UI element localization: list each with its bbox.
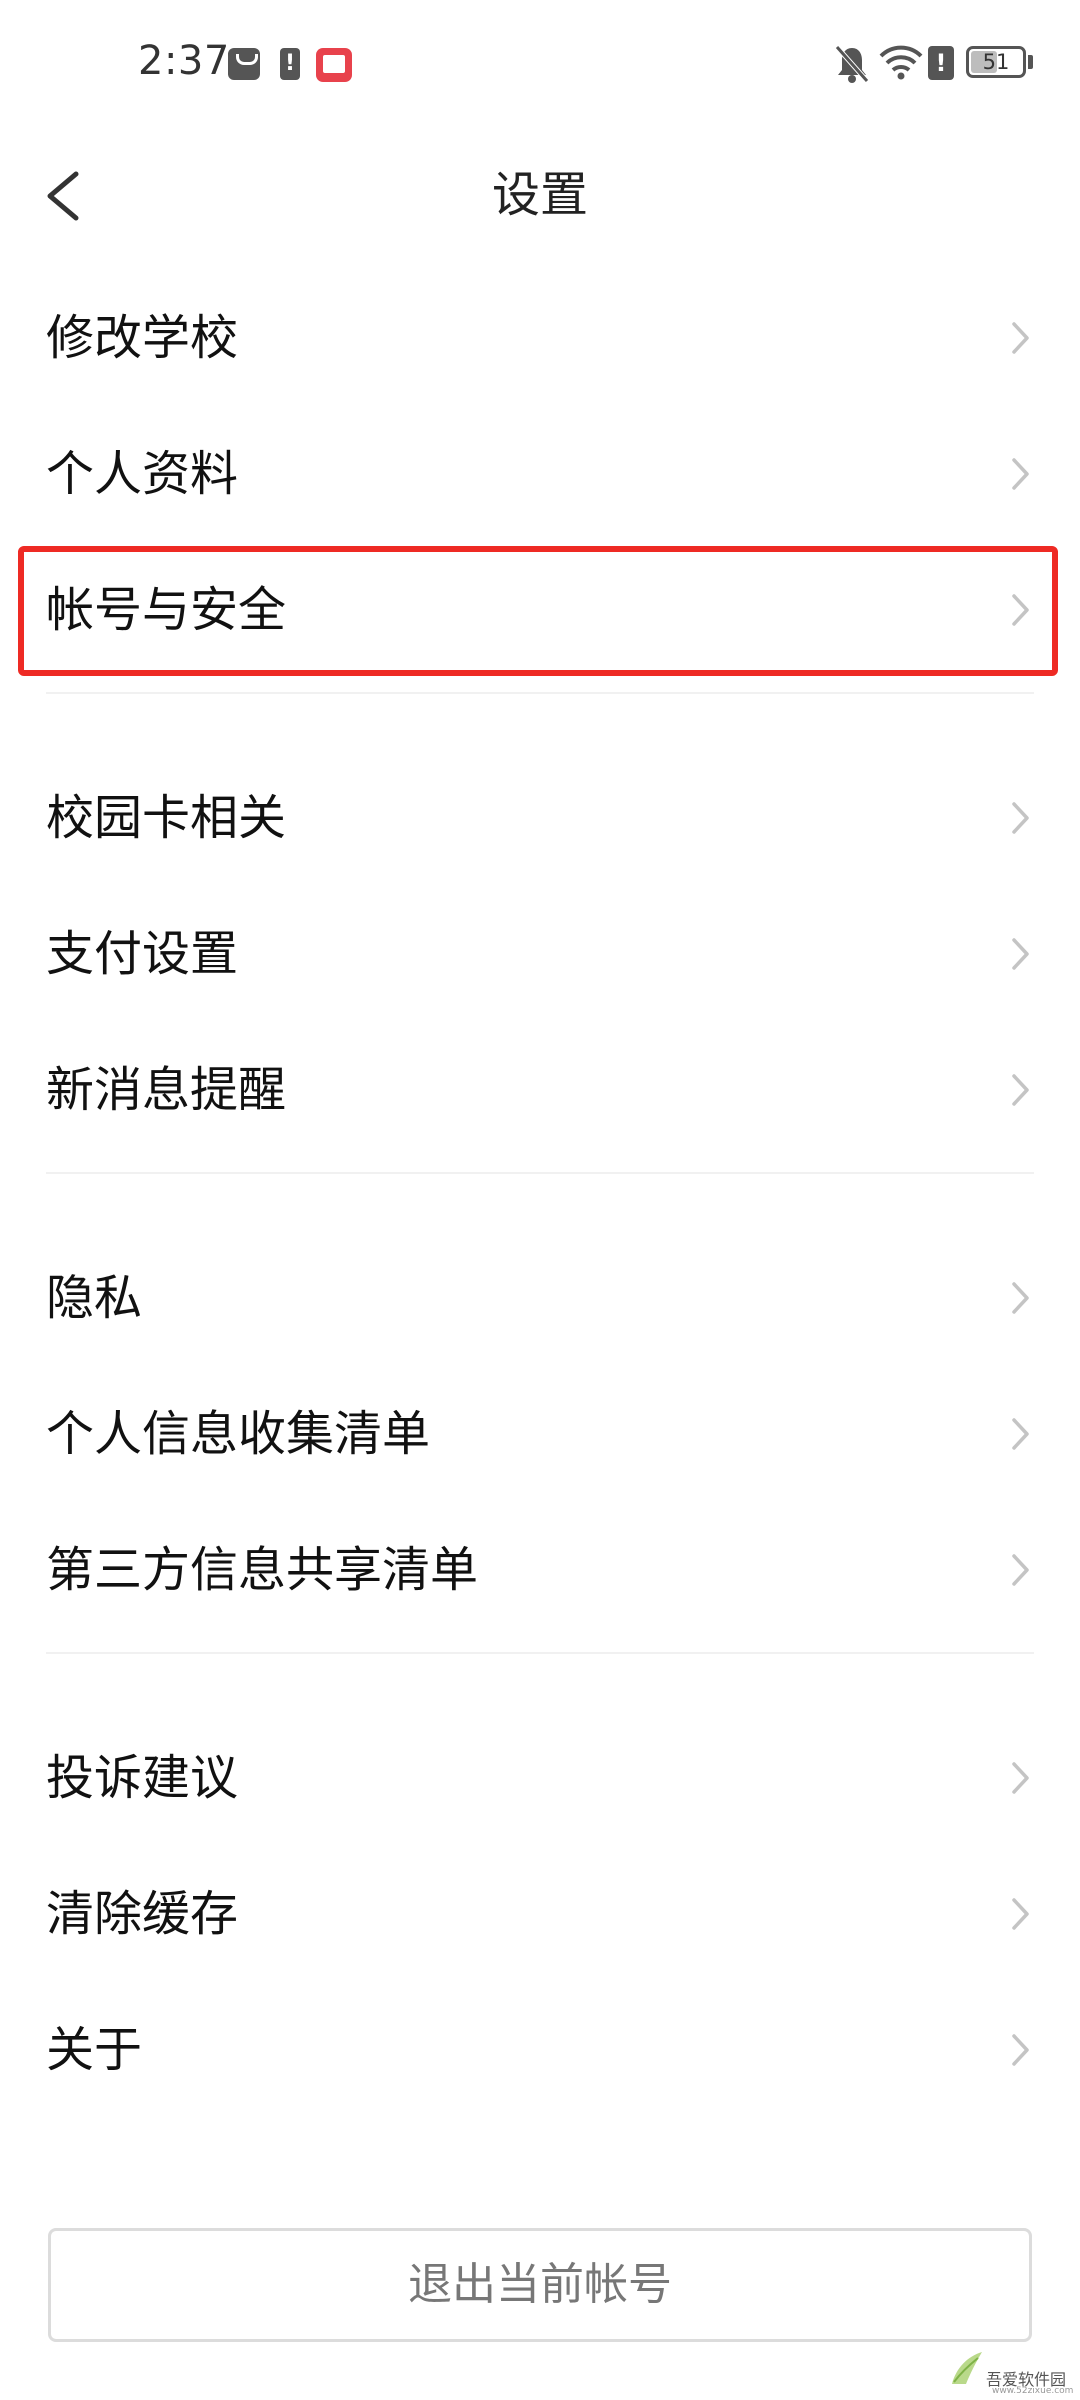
chevron-right-icon xyxy=(1012,2034,1029,2066)
status-bar: 2:37 51 xyxy=(0,0,1080,130)
chevron-left-icon xyxy=(47,171,79,221)
settings-item-label: 个人资料 xyxy=(46,446,239,502)
chevron-right-icon xyxy=(1012,1418,1029,1450)
battery-level: 51 xyxy=(982,50,1010,74)
book-app-icon xyxy=(316,48,352,82)
back-button[interactable] xyxy=(30,140,120,250)
chevron-right-icon xyxy=(1012,1074,1029,1106)
settings-item[interactable]: 个人信息收集清单 xyxy=(0,1366,1080,1502)
chevron-right-icon xyxy=(1012,1282,1029,1314)
group-divider xyxy=(0,678,1080,750)
settings-item-label: 个人信息收集清单 xyxy=(46,1406,431,1462)
chevron-right-icon xyxy=(1012,802,1029,834)
battery-tip xyxy=(1028,55,1033,69)
chevron-right-icon xyxy=(1012,1554,1029,1586)
chevron-right-icon xyxy=(1012,458,1029,490)
settings-item[interactable]: 支付设置 xyxy=(0,886,1080,1022)
settings-item[interactable]: 个人资料 xyxy=(0,406,1080,542)
wifi-icon xyxy=(879,45,923,80)
settings-item-label: 关于 xyxy=(46,2022,143,2078)
settings-group: 投诉建议清除缓存关于 xyxy=(0,1710,1080,2118)
settings-item[interactable]: 投诉建议 xyxy=(0,1710,1080,1846)
signal-alert-icon xyxy=(928,46,954,80)
settings-item-label: 支付设置 xyxy=(46,926,239,982)
nav-header: 设置 xyxy=(0,130,1080,260)
settings-item[interactable]: 修改学校 xyxy=(0,270,1080,406)
chevron-right-icon xyxy=(1012,594,1029,626)
settings-item[interactable]: 校园卡相关 xyxy=(0,750,1080,886)
settings-group: 校园卡相关支付设置新消息提醒 xyxy=(0,750,1080,1158)
settings-item-label: 校园卡相关 xyxy=(46,790,287,846)
settings-list: 修改学校个人资料帐号与安全校园卡相关支付设置新消息提醒隐私个人信息收集清单 第三方… xyxy=(0,270,1080,2118)
huawei-app-icon xyxy=(228,48,260,80)
logout-button[interactable]: 退出当前帐号 xyxy=(48,2228,1032,2342)
battery-icon: 51 xyxy=(966,46,1026,78)
chevron-right-icon xyxy=(1012,1762,1029,1794)
settings-item[interactable]: 清除缓存 xyxy=(0,1846,1080,1982)
status-time: 2:37 xyxy=(138,38,230,84)
settings-group: 隐私个人信息收集清单 第三方信息共享清单 xyxy=(0,1230,1080,1638)
watermark-logo-icon xyxy=(952,2352,982,2384)
chevron-right-icon xyxy=(1012,1898,1029,1930)
chevron-right-icon xyxy=(1012,322,1029,354)
settings-item-label: 隐私 xyxy=(46,1270,143,1326)
page-title: 设置 xyxy=(491,167,588,223)
settings-item-label: 修改学校 xyxy=(46,310,239,366)
group-divider xyxy=(0,1158,1080,1230)
settings-group: 修改学校个人资料帐号与安全 xyxy=(0,270,1080,678)
watermark: 吾爱软件园 www.52zixue.com xyxy=(946,2330,1076,2396)
settings-item[interactable]: 关于 xyxy=(0,1982,1080,2118)
group-divider xyxy=(0,1638,1080,1710)
bell-off-icon xyxy=(835,45,869,83)
settings-item-label: 新消息提醒 xyxy=(46,1062,287,1118)
settings-item-label: 第三方信息共享清单 xyxy=(46,1542,479,1598)
settings-item[interactable]: 新消息提醒 xyxy=(0,1022,1080,1158)
settings-item[interactable]: 帐号与安全 xyxy=(0,542,1080,678)
settings-item[interactable]: 隐私 xyxy=(0,1230,1080,1366)
settings-item[interactable]: 第三方信息共享清单 xyxy=(0,1502,1080,1638)
watermark-url: www.52zixue.com xyxy=(992,2386,1074,2396)
settings-item-label: 帐号与安全 xyxy=(46,582,287,638)
battery-alert-icon xyxy=(280,48,300,80)
settings-item-label: 投诉建议 xyxy=(46,1750,239,1806)
settings-item-label: 清除缓存 xyxy=(46,1886,239,1942)
chevron-right-icon xyxy=(1012,938,1029,970)
